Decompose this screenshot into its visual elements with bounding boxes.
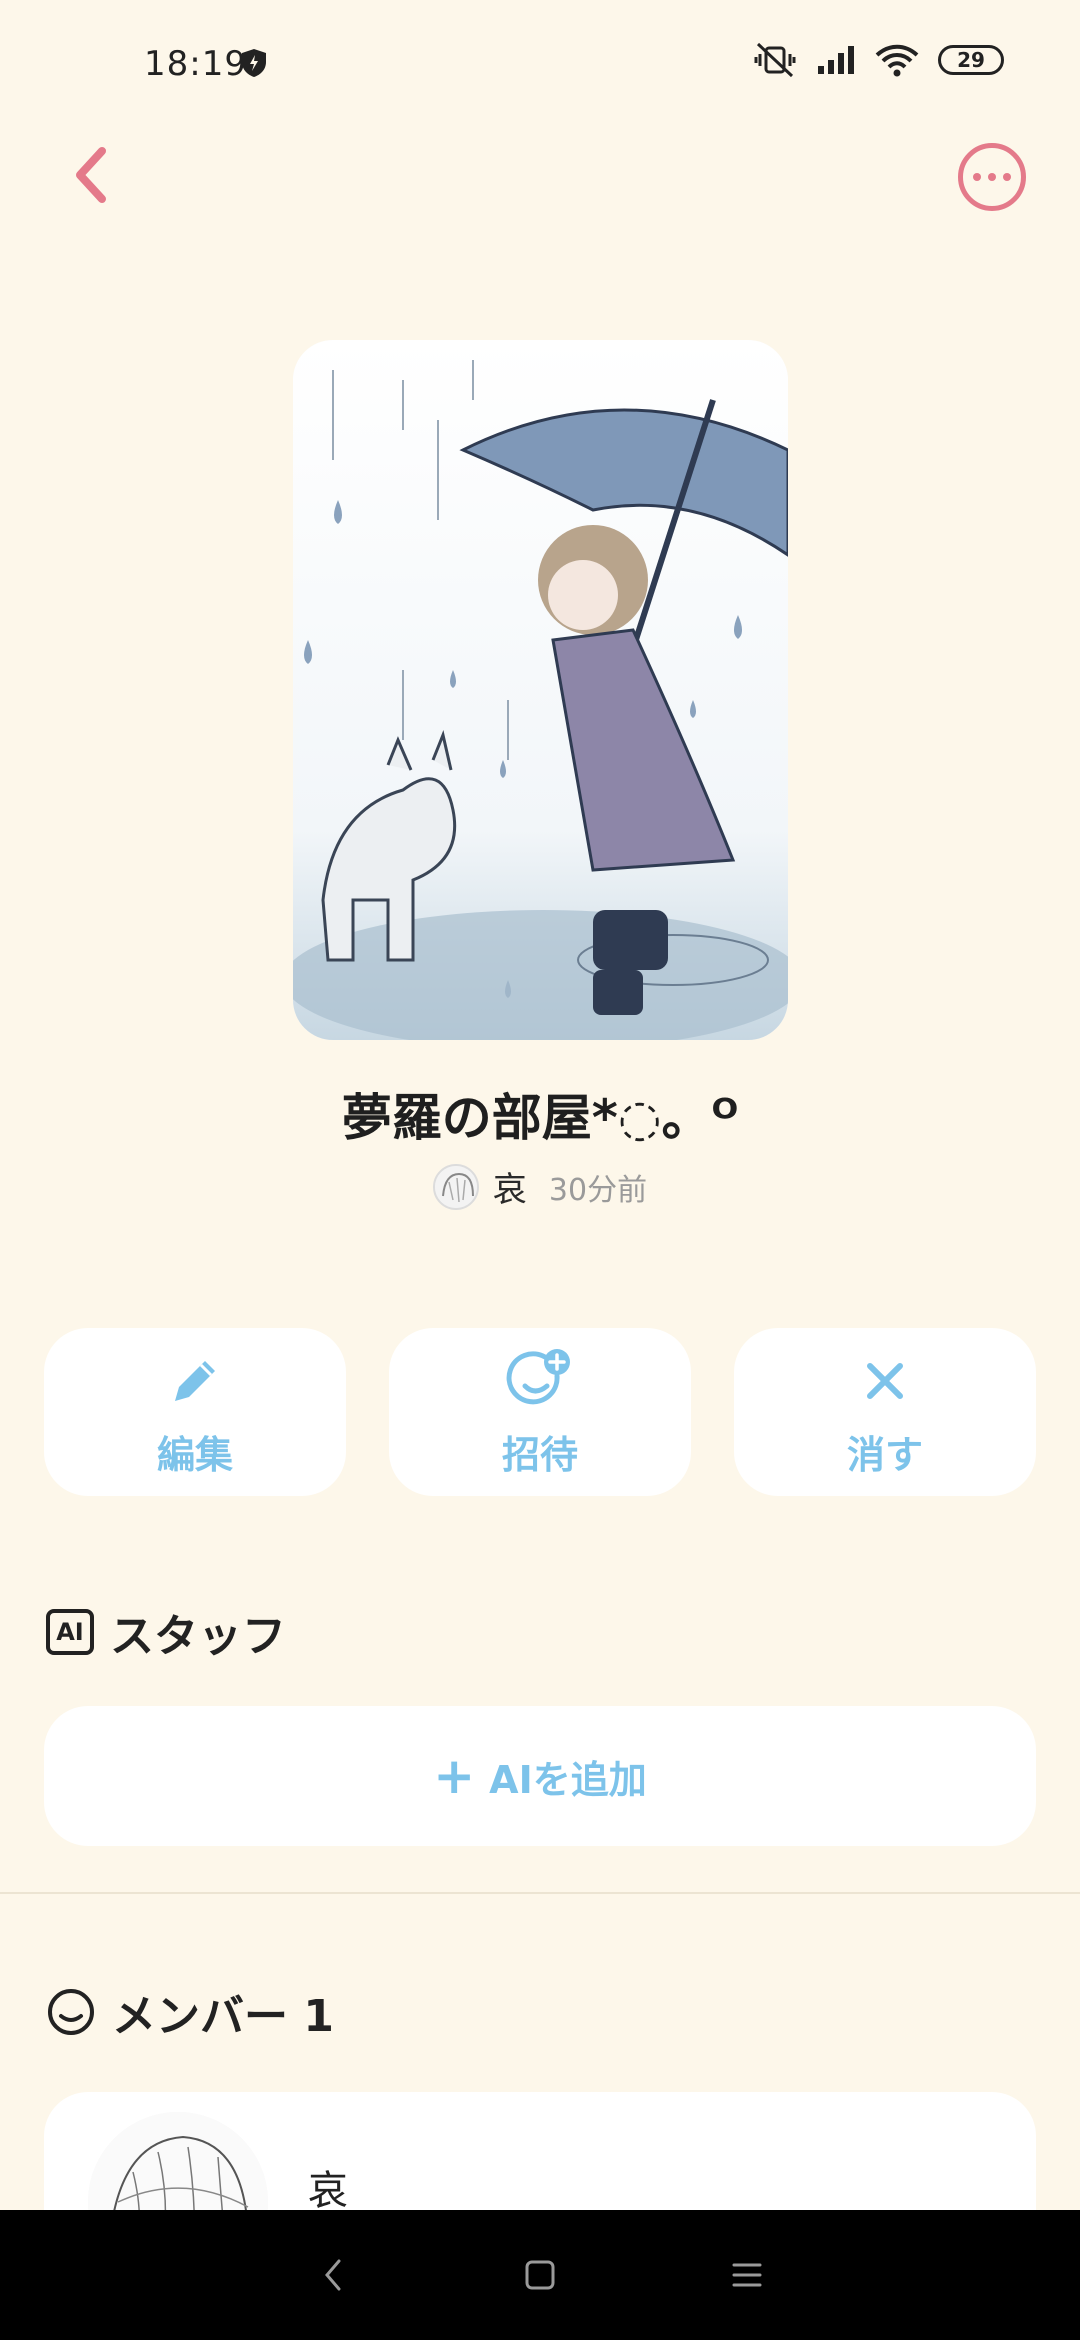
status-time: 18:19: [144, 44, 247, 84]
avatar-sketch: [434, 1165, 477, 1208]
delete-button[interactable]: 消す: [734, 1328, 1036, 1496]
wifi-icon: [875, 44, 919, 77]
add-ai-button[interactable]: + AIを追加: [44, 1706, 1036, 1846]
status-icons: 29: [752, 42, 1004, 78]
system-nav-bar: [0, 2210, 1080, 2340]
section-divider: [0, 1892, 1080, 1894]
room-meta: 哀 30分前: [0, 1162, 1080, 1211]
close-icon: [850, 1346, 920, 1416]
owner-name[interactable]: 哀: [493, 1162, 527, 1211]
member-name: 哀: [308, 2168, 348, 2214]
members-section-header: メンバー 1: [46, 1980, 334, 2044]
pencil-icon: [160, 1346, 230, 1416]
nav-recents-button[interactable]: [717, 2245, 777, 2305]
shield-bolt-icon: [242, 49, 266, 77]
edit-button[interactable]: 編集: [44, 1328, 346, 1496]
chevron-left-icon: [76, 147, 106, 203]
members-title: メンバー 1: [112, 1991, 334, 2042]
cover-illustration: [293, 340, 788, 1040]
dot: [988, 173, 996, 181]
updated-time: 30分前: [548, 1172, 648, 1208]
invite-button[interactable]: 招待: [389, 1328, 691, 1496]
status-bar: 18:19 29: [0, 0, 1080, 130]
nav-home-icon: [525, 2260, 555, 2290]
nav-back-icon: [325, 2259, 341, 2291]
nav-back-button[interactable]: [303, 2245, 363, 2305]
dot: [973, 173, 981, 181]
invite-label: 招待: [501, 1432, 578, 1477]
smile-icon: [48, 1989, 94, 2035]
add-ai-label: AIを追加: [489, 1757, 647, 1802]
vibrate-off-icon: [754, 42, 796, 78]
invite-smile-plus-icon: [505, 1346, 575, 1416]
room-cover-image[interactable]: [293, 340, 788, 1040]
staff-section-header: AI スタッフ: [46, 1600, 286, 1664]
edit-label: 編集: [156, 1432, 233, 1477]
room-title: 夢羅の部屋*◌。ᴼ: [341, 1089, 739, 1147]
more-button[interactable]: [958, 143, 1026, 211]
signal-icon: [818, 46, 854, 74]
nav-home-button[interactable]: [510, 2245, 570, 2305]
action-row: 編集 招待 消す: [44, 1328, 1036, 1496]
ai-badge-icon: AI: [46, 1609, 94, 1655]
dot: [1003, 173, 1011, 181]
nav-recents-icon: [732, 2263, 762, 2287]
owner-avatar[interactable]: [432, 1163, 479, 1210]
back-button[interactable]: [60, 140, 120, 210]
plus-icon: +: [433, 1747, 476, 1805]
staff-title: スタッフ: [110, 1611, 286, 1662]
battery-indicator: 29: [938, 45, 1004, 75]
delete-label: 消す: [846, 1432, 923, 1477]
